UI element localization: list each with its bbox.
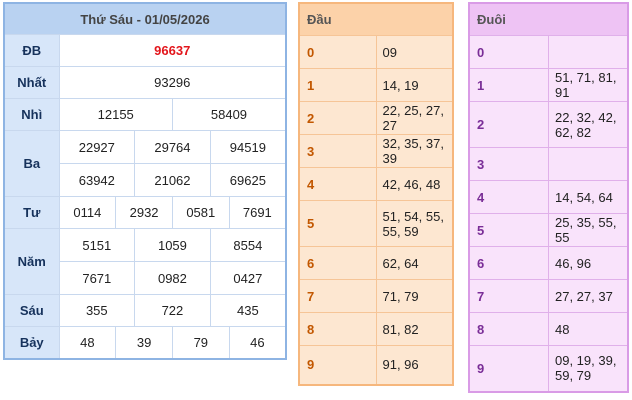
prize-value-tu: 2932 <box>115 196 173 229</box>
dau-value: 91, 96 <box>375 345 454 385</box>
prize-value-sau: 355 <box>58 294 136 327</box>
dau-key: 2 <box>298 101 377 135</box>
prize-value-ba: 22927 <box>58 130 136 164</box>
duoi-key: 7 <box>468 279 549 313</box>
duoi-key: 2 <box>468 101 549 148</box>
prize-value-nhi: 58409 <box>171 98 287 131</box>
duoi-value: 09, 19, 39, 59, 79 <box>548 345 629 392</box>
duoi-value: 27, 27, 37 <box>548 279 629 313</box>
dau-key: 6 <box>298 246 377 280</box>
duoi-key: 5 <box>468 213 549 247</box>
prize-value-tu: 0114 <box>58 196 117 229</box>
prize-value-bay: 48 <box>58 326 117 359</box>
prize-value-bay: 46 <box>228 326 287 359</box>
prize-value-nam: 5151 <box>58 228 136 262</box>
prize-label-tu: Tư <box>3 196 60 229</box>
dau-header: Đầu <box>298 2 454 36</box>
dau-value: 71, 79 <box>375 279 454 313</box>
dau-value: 22, 25, 27, 27 <box>375 101 454 135</box>
duoi-key: 8 <box>468 312 549 346</box>
prize-value-nam: 0427 <box>209 261 287 295</box>
dau-value: 51, 54, 55, 55, 59 <box>375 200 454 247</box>
duoi-value: 51, 71, 81, 91 <box>548 68 629 102</box>
dau-table: Đầu 0 09 1 14, 19 2 22, 25, 27, 27 3 32, 35,… <box>298 2 454 386</box>
duoi-value: 22, 32, 42, 62, 82 <box>548 101 629 148</box>
duoi-key: 6 <box>468 246 549 280</box>
dau-key: 1 <box>298 68 377 102</box>
dau-value: 62, 64 <box>375 246 454 280</box>
prize-value-tu: 7691 <box>228 196 287 229</box>
duoi-key: 3 <box>468 147 549 181</box>
prize-value-sau: 435 <box>209 294 287 327</box>
results-date-header: Thứ Sáu - 01/05/2026 <box>3 2 287 35</box>
duoi-value: 46, 96 <box>548 246 629 280</box>
dau-value: 32, 35, 37, 39 <box>375 134 454 168</box>
prize-value-db: 96637 <box>58 34 287 67</box>
dau-value: 14, 19 <box>375 68 454 102</box>
prize-value-ba: 69625 <box>209 163 287 197</box>
prize-value-nhi: 12155 <box>58 98 173 131</box>
dau-key: 8 <box>298 312 377 346</box>
duoi-value: 48 <box>548 312 629 346</box>
prize-value-tu: 0581 <box>171 196 230 229</box>
dau-key: 0 <box>298 35 377 69</box>
prize-label-db: ĐB <box>3 34 60 67</box>
prize-value-sau: 722 <box>134 294 211 327</box>
dau-value: 09 <box>375 35 454 69</box>
duoi-key: 0 <box>468 35 549 69</box>
prize-label-nam: Năm <box>3 228 60 295</box>
prize-value-nam: 8554 <box>209 228 287 262</box>
prize-value-nam: 1059 <box>134 228 211 262</box>
prize-value-bay: 79 <box>171 326 230 359</box>
dau-key: 4 <box>298 167 377 201</box>
dau-key: 3 <box>298 134 377 168</box>
prize-value-nhat: 93296 <box>58 66 287 99</box>
duoi-key: 1 <box>468 68 549 102</box>
duoi-value: 25, 35, 55, 55 <box>548 213 629 247</box>
prize-value-bay: 39 <box>115 326 173 359</box>
duoi-value <box>548 35 629 69</box>
duoi-key: 9 <box>468 345 549 392</box>
prize-value-ba: 21062 <box>134 163 211 197</box>
prize-value-ba: 94519 <box>209 130 287 164</box>
duoi-key: 4 <box>468 180 549 214</box>
duoi-table: Đuôi 0 1 51, 71, 81, 91 2 22, 32, 42, 62, … <box>468 2 629 393</box>
duoi-value: 14, 54, 64 <box>548 180 629 214</box>
lottery-results-table: Thứ Sáu - 01/05/2026 ĐB 96637 Nhất 93296… <box>3 2 287 360</box>
prize-label-nhat: Nhất <box>3 66 60 99</box>
prize-label-nhi: Nhì <box>3 98 60 131</box>
prize-value-nam: 7671 <box>58 261 136 295</box>
prize-value-ba: 29764 <box>134 130 211 164</box>
dau-key: 9 <box>298 345 377 385</box>
duoi-value <box>548 147 629 181</box>
dau-key: 7 <box>298 279 377 313</box>
dau-value: 42, 46, 48 <box>375 167 454 201</box>
duoi-header: Đuôi <box>468 2 629 36</box>
prize-label-sau: Sáu <box>3 294 60 327</box>
prize-label-bay: Bảy <box>3 326 60 359</box>
prize-value-ba: 63942 <box>58 163 136 197</box>
prize-value-nam: 0982 <box>134 261 211 295</box>
dau-key: 5 <box>298 200 377 247</box>
dau-value: 81, 82 <box>375 312 454 346</box>
prize-label-ba: Ba <box>3 130 60 197</box>
